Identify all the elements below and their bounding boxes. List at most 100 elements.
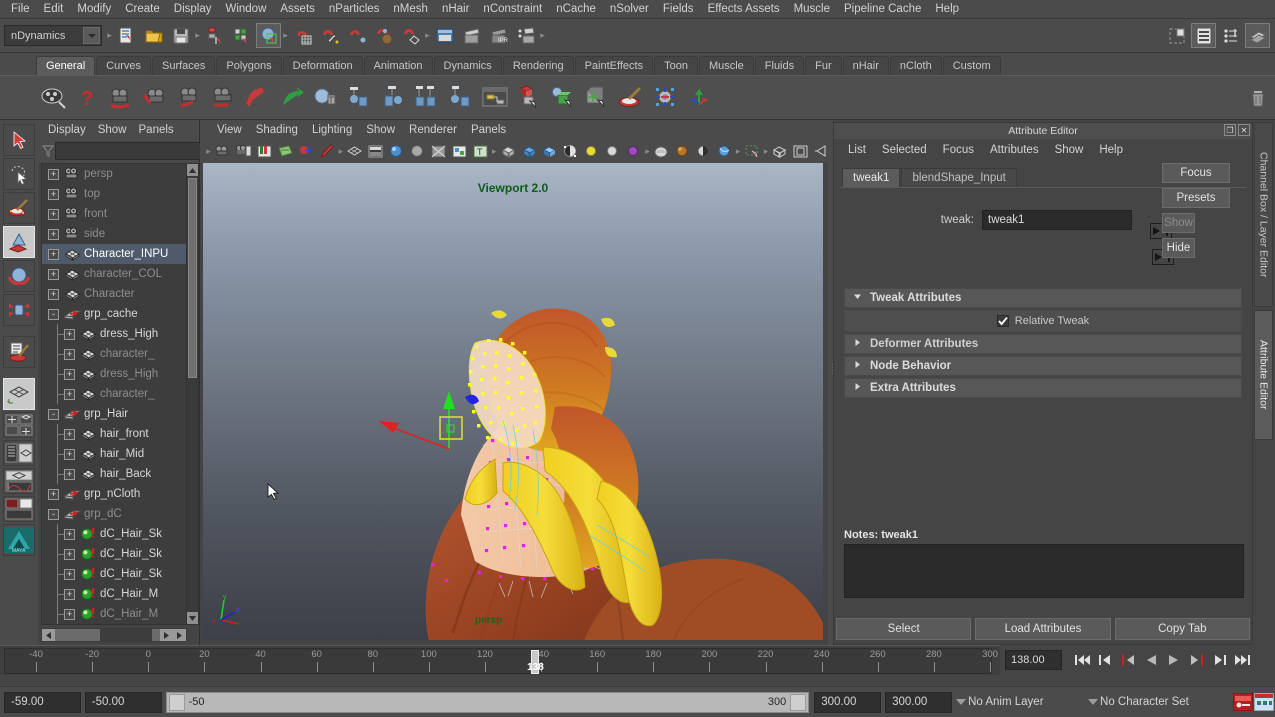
create-passive-collider-icon[interactable] bbox=[514, 83, 544, 113]
paint-attributes-tool-icon[interactable] bbox=[616, 83, 646, 113]
chevron-down-icon[interactable] bbox=[83, 27, 100, 44]
lasso-tool-button[interactable] bbox=[3, 158, 35, 190]
go-to-end-button[interactable] bbox=[1231, 649, 1254, 671]
outliner-menu-display[interactable]: Display bbox=[42, 123, 92, 137]
ae-menu-list[interactable]: List bbox=[840, 143, 874, 157]
shelf-tab-fluids[interactable]: Fluids bbox=[754, 56, 805, 75]
hscrollbar-thumb[interactable] bbox=[100, 629, 152, 641]
tree-expander[interactable]: + bbox=[64, 368, 75, 380]
snap-to-view-plane-icon[interactable] bbox=[371, 23, 396, 48]
nparticle-fill-icon[interactable] bbox=[378, 83, 408, 113]
camera-sequence-icon[interactable] bbox=[208, 83, 238, 113]
shelf-tab-toon[interactable]: Toon bbox=[654, 56, 698, 75]
menu-item-window[interactable]: Window bbox=[218, 1, 273, 17]
copy-tab-button[interactable]: Copy Tab bbox=[1114, 618, 1250, 640]
viewport-menu-lighting[interactable]: Lighting bbox=[305, 123, 359, 137]
outliner-item-hair-mid[interactable]: + hair_Mid bbox=[42, 444, 186, 464]
undock-icon[interactable]: ❐ bbox=[1224, 124, 1236, 136]
tree-expander[interactable]: + bbox=[48, 288, 59, 300]
camera-aim-up-icon[interactable] bbox=[174, 83, 204, 113]
ae-menu-focus[interactable]: Focus bbox=[935, 143, 982, 157]
outliner-item-hair-front[interactable]: + hair_front bbox=[42, 424, 186, 444]
vtab-channel-box-layer-editor[interactable]: Channel Box / Layer Editor bbox=[1254, 122, 1273, 307]
layout-single-perspective-button[interactable] bbox=[3, 378, 35, 410]
menu-item-nhair[interactable]: nHair bbox=[435, 1, 476, 17]
step-forward-keyframe-button[interactable] bbox=[1208, 649, 1231, 671]
shade-options-icon[interactable] bbox=[429, 142, 448, 161]
tree-expander[interactable]: + bbox=[64, 328, 75, 340]
smooth-shade-all-icon[interactable] bbox=[387, 142, 406, 161]
time-slider-track[interactable]: -40 -20 0 20 40 60 80 100 120 140 160 180 200 220 240 2… bbox=[4, 648, 998, 674]
shelf-tab-surfaces[interactable]: Surfaces bbox=[151, 56, 216, 75]
light-purple-icon[interactable] bbox=[624, 142, 643, 161]
shelf-tab-nhair[interactable]: nHair bbox=[842, 56, 889, 75]
menu-item-assets[interactable]: Assets bbox=[273, 1, 322, 17]
outliner-item-character-col[interactable]: + character_COL bbox=[42, 264, 186, 284]
hide-button[interactable]: Hide bbox=[1162, 238, 1195, 258]
two-d-pan-zoom-icon[interactable] bbox=[297, 142, 316, 161]
last-tool-used-button[interactable] bbox=[3, 336, 35, 368]
ae-tab-tweak1[interactable]: tweak1 bbox=[842, 168, 901, 187]
scroll-right-icon-1[interactable] bbox=[160, 629, 173, 641]
bookmarks-icon[interactable] bbox=[255, 142, 274, 161]
snap-to-grid-icon[interactable] bbox=[290, 23, 315, 48]
layout-persp-graph-button[interactable] bbox=[3, 468, 35, 494]
show-attribute-editor-icon[interactable] bbox=[1191, 23, 1216, 48]
tree-expander[interactable]: + bbox=[64, 528, 75, 540]
menu-item-create[interactable]: Create bbox=[118, 1, 167, 17]
outliner-item-front[interactable]: + front bbox=[42, 204, 186, 224]
outliner-item-grp-hair[interactable]: - grp_Hair bbox=[42, 404, 186, 424]
ae-menu-show[interactable]: Show bbox=[1047, 143, 1092, 157]
tree-expander[interactable]: + bbox=[48, 248, 59, 260]
use-default-light-icon[interactable] bbox=[499, 142, 518, 161]
playback-end-time-field[interactable]: 300.00 bbox=[814, 691, 882, 713]
create-camera-icon[interactable] bbox=[106, 83, 136, 113]
outliner-item-grp-ncloth[interactable]: + grp_nCloth bbox=[42, 484, 186, 504]
close-icon[interactable]: ✕ bbox=[1238, 124, 1250, 136]
toolbar-collapse-handle[interactable]: ▸ bbox=[106, 25, 113, 47]
tree-expander[interactable]: + bbox=[64, 608, 75, 620]
open-scene-icon[interactable] bbox=[141, 23, 166, 48]
menu-item-muscle[interactable]: Muscle bbox=[787, 1, 837, 17]
tree-expander[interactable]: + bbox=[64, 428, 75, 440]
smooth-preview-icon[interactable] bbox=[715, 142, 734, 161]
shelf-trash-icon[interactable] bbox=[1243, 83, 1273, 113]
menu-set-selector[interactable]: nDynamics bbox=[4, 25, 102, 46]
flat-shade-icon[interactable] bbox=[408, 142, 427, 161]
menu-item-nsolver[interactable]: nSolver bbox=[603, 1, 656, 17]
camera-aim-icon[interactable] bbox=[140, 83, 170, 113]
select-button[interactable]: Select bbox=[836, 618, 972, 640]
select-camera-icon[interactable] bbox=[213, 142, 232, 161]
text-overlay-icon[interactable]: T bbox=[471, 142, 490, 161]
playback-start-time-field[interactable]: -50.00 bbox=[84, 691, 162, 713]
viewport-3d-canvas[interactable]: Viewport 2.0 persp x y z bbox=[203, 163, 823, 640]
notes-textarea[interactable] bbox=[844, 544, 1244, 598]
tree-expander[interactable]: + bbox=[48, 188, 59, 200]
viewport-toolbar-handle[interactable]: ▸ bbox=[205, 140, 212, 162]
focus-button[interactable]: Focus bbox=[1162, 163, 1230, 183]
scroll-up-icon[interactable] bbox=[187, 164, 198, 176]
delete-sphere-icon[interactable] bbox=[310, 83, 340, 113]
scrollbar-thumb[interactable] bbox=[188, 178, 197, 378]
irp-render-icon[interactable]: IPR bbox=[486, 23, 511, 48]
outliner-item-dc-hair-sk[interactable]: + dC_Hair_Sk bbox=[42, 564, 186, 584]
menu-item-fields[interactable]: Fields bbox=[656, 1, 701, 17]
snap-to-projected-center-icon[interactable] bbox=[398, 23, 423, 48]
outliner-item-dc-hair-sk[interactable]: + dC_Hair_Sk bbox=[42, 524, 186, 544]
tree-expander[interactable]: - bbox=[48, 408, 59, 420]
outliner-item-grp-cache[interactable]: - grp_cache bbox=[42, 304, 186, 324]
shelf-tab-custom[interactable]: Custom bbox=[942, 56, 1001, 75]
tree-expander[interactable]: + bbox=[48, 168, 59, 180]
save-scene-icon[interactable] bbox=[168, 23, 193, 48]
grease-pencil-icon[interactable] bbox=[318, 142, 337, 161]
outliner-menu-panels[interactable]: Panels bbox=[133, 123, 180, 137]
current-time-field[interactable]: 138.00 bbox=[1005, 650, 1062, 670]
menu-item-ncache[interactable]: nCache bbox=[549, 1, 603, 17]
outliner-menu-show[interactable]: Show bbox=[92, 123, 133, 137]
time-slider[interactable]: -40 -20 0 20 40 60 80 100 120 140 160 180 200 220 240 2… bbox=[0, 645, 1000, 675]
scroll-down-icon[interactable] bbox=[187, 612, 198, 624]
undo-arrow-icon[interactable] bbox=[242, 83, 272, 113]
shelf-tab-fur[interactable]: Fur bbox=[805, 56, 842, 75]
menu-item-display[interactable]: Display bbox=[167, 1, 219, 17]
wireframe-shading-icon[interactable] bbox=[345, 142, 364, 161]
